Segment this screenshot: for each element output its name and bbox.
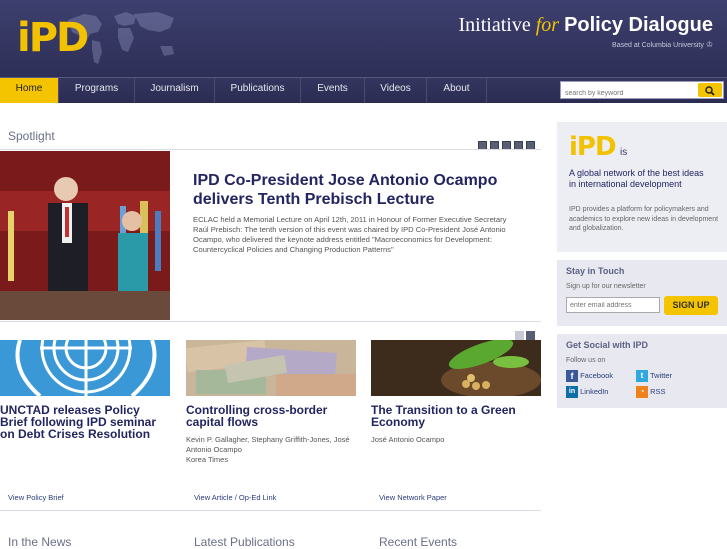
feature-cards: UNCTAD releases Policy Brief following I… <box>0 340 543 500</box>
nav-about[interactable]: About <box>427 78 487 103</box>
search-box <box>560 81 724 102</box>
sidebar-ipd-logo: iPD is <box>569 132 627 162</box>
stay-in-touch-title: Stay in Touch <box>566 266 625 276</box>
facebook-label: Facebook <box>580 370 614 380</box>
columbia-crown-icon: ♔ <box>705 40 713 49</box>
sidebar-tagline: A global network of the best ideas in in… <box>569 168 704 189</box>
facebook-icon: f <box>566 370 578 382</box>
spotlight-photo[interactable] <box>0 151 170 320</box>
view-article-link[interactable]: View Article / Op-Ed Link <box>194 493 276 502</box>
divider <box>0 510 541 511</box>
linkedin-link[interactable]: in LinkedIn <box>566 386 608 398</box>
linkedin-icon: in <box>566 386 578 398</box>
card-title[interactable]: UNCTAD releases Policy Brief following I… <box>0 404 170 440</box>
rss-label: RSS <box>650 386 666 396</box>
spotlight-body: ECLAC held a Memorial Lecture on April 1… <box>193 215 507 254</box>
next-arrow-icon[interactable] <box>526 331 535 340</box>
follow-label: Follow us on <box>566 357 606 364</box>
org-initiative: Initiative <box>458 14 531 36</box>
nav-journalism[interactable]: Journalism <box>135 78 215 103</box>
recent-events-heading: Recent Events <box>379 535 458 549</box>
org-subtitle: Based at Columbia University <box>612 42 704 49</box>
prev-arrow-icon[interactable] <box>515 331 524 340</box>
social-box: Get Social with IPD Follow us on f Faceb… <box>557 334 727 408</box>
twitter-icon: t <box>636 370 648 382</box>
sign-up-button[interactable]: SIGN UP <box>664 296 718 315</box>
org-name: Initiative for Policy Dialogue Based at … <box>459 14 713 49</box>
green-economy-image[interactable] <box>371 340 541 396</box>
view-network-paper-link[interactable]: View Network Paper <box>379 493 447 502</box>
newsletter-label: Sign up for our newsletter <box>566 283 646 290</box>
feature-card: The Transition to a Green Economy José A… <box>371 340 541 445</box>
divider <box>0 149 541 150</box>
card-title[interactable]: Controlling cross-border capital flows <box>186 404 356 428</box>
un-emblem-image[interactable] <box>0 340 170 396</box>
green-economy-graphic <box>371 340 541 396</box>
nav-events[interactable]: Events <box>301 78 365 103</box>
search-icon <box>705 86 715 96</box>
latest-publications-heading: Latest Publications <box>194 535 295 549</box>
org-policy-dialogue: Policy Dialogue <box>564 14 713 36</box>
linkedin-label: LinkedIn <box>580 386 609 396</box>
currency-image[interactable] <box>186 340 356 396</box>
search-input[interactable] <box>561 85 697 102</box>
card-title[interactable]: The Transition to a Green Economy <box>371 404 541 428</box>
nav-videos[interactable]: Videos <box>365 78 427 103</box>
facebook-link[interactable]: f Facebook <box>566 370 613 382</box>
nav-publications[interactable]: Publications <box>215 78 301 103</box>
spotlight-headline[interactable]: IPD Co-President Jose Antonio Ocampo del… <box>193 171 523 209</box>
twitter-link[interactable]: t Twitter <box>636 370 672 382</box>
rss-icon: ◔ <box>636 386 648 398</box>
feature-card: Controlling cross-border capital flows K… <box>186 340 356 465</box>
in-the-news-heading: In the News <box>8 535 72 549</box>
currency-graphic <box>186 340 356 396</box>
nav-home[interactable]: Home <box>0 78 59 103</box>
spotlight-title: Spotlight <box>8 129 55 143</box>
rss-link[interactable]: ◔ RSS <box>636 386 666 398</box>
card-meta: José Antonio Ocampo <box>371 435 445 444</box>
about-ipd-box: iPD is A global network of the best idea… <box>557 122 727 252</box>
org-for: for <box>535 14 560 36</box>
stay-in-touch-box: Stay in Touch Sign up for our newsletter… <box>557 260 727 326</box>
spotlight-slide-dots <box>478 137 538 150</box>
ipd-logo[interactable]: iPD <box>17 12 157 64</box>
sidebar-logo-text: iPD <box>569 132 617 162</box>
un-emblem-graphic <box>0 340 170 396</box>
spotlight-photo-graphic <box>0 151 170 320</box>
card-meta: Kevin P. Gallagher, Stephany Griffith-Jo… <box>186 435 350 464</box>
nav-programs[interactable]: Programs <box>59 78 135 103</box>
sidebar-description: IPD provides a platform for policymakers… <box>569 206 719 232</box>
search-button[interactable] <box>698 83 722 97</box>
email-field[interactable] <box>566 297 660 313</box>
view-policy-brief-link[interactable]: View Policy Brief <box>8 493 64 502</box>
divider <box>0 321 541 322</box>
social-title: Get Social with IPD <box>566 340 649 350</box>
sidebar-is-text: is <box>620 147 628 158</box>
site-header: iPD Initiative for Policy Dialogue Based… <box>0 0 727 77</box>
feature-card: UNCTAD releases Policy Brief following I… <box>0 340 170 447</box>
logo-text: iPD <box>17 15 89 61</box>
twitter-label: Twitter <box>649 370 673 380</box>
